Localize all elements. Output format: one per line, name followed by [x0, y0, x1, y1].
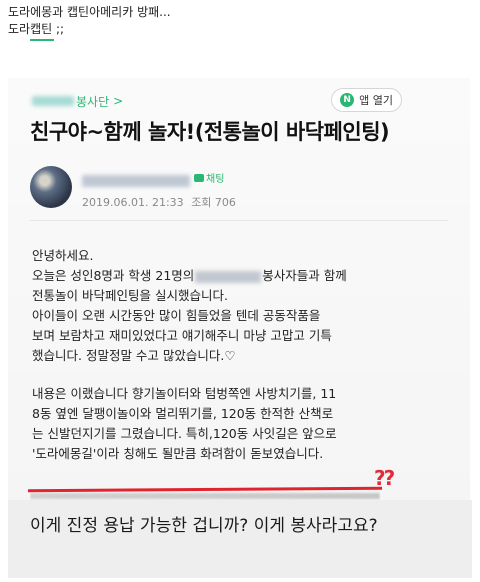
cut-off-text-row	[30, 490, 380, 500]
caption-line-2: 도라캡틴 ;;	[8, 22, 65, 41]
body-line: 내용은 이랬습니다 향기놀이터와 텀벙쪽엔 사방치기를, 11	[32, 386, 337, 401]
body-line: 오늘은 성인8명과 학생 21명의 봉사자들과 함께	[32, 266, 452, 286]
body-line: 아이들이 오랜 시간동안 많이 힘들었을 텐데 공동작품을	[32, 308, 321, 323]
body-line-highlighted: '도라에몽길'이라 칭해도 될만큼 화려함이 돋보였습니다.	[32, 446, 324, 461]
chevron-right-icon: >	[113, 94, 124, 108]
comment-text: 이게 진정 용납 가능한 겁니까? 이게 봉사라고요?	[30, 516, 378, 536]
body-line: 8동 옆엔 달팽이놀이와 멀리뛰기를, 120동 한적한 산책로	[32, 406, 334, 421]
avatar[interactable]	[30, 166, 72, 208]
blurred-group-name	[195, 270, 262, 283]
open-app-button[interactable]: N 앱 열기	[331, 88, 402, 112]
body-text-fragment: 봉사자들과 함께	[262, 268, 347, 283]
post-meta: 2019.06.01. 21:33 조회 706	[82, 194, 236, 210]
post-body: 안녕하세요. 오늘은 성인8명과 학생 21명의 봉사자들과 함께 전통놀이 바닥…	[32, 246, 452, 464]
naver-icon: N	[340, 93, 355, 107]
caption-line-1: 도라에몽과 캡틴아메리카 방패...	[8, 5, 171, 19]
chat-tag-label: 채팅	[206, 174, 225, 185]
post-screenshot: 봉사단 > N 앱 열기 친구야~함께 놀자!(전통놀이 바닥페인팅) 채팅 2…	[8, 78, 470, 500]
author-name[interactable]	[82, 172, 190, 191]
blurred-author-name	[82, 175, 190, 187]
comment-box: 이게 진정 용납 가능한 겁니까? 이게 봉사라고요?	[8, 500, 472, 578]
chat-bubble-icon	[194, 173, 204, 182]
body-line: 전통놀이 바닥페인팅을 실시했습니다.	[32, 288, 228, 303]
body-text-fragment: 오늘은 성인8명과 학생 21명의	[32, 268, 195, 283]
body-line: 는 신발던지기를 그렸습니다. 특히,120동 사잇길은 앞으로	[32, 426, 337, 441]
caption: 도라에몽과 캡틴아메리카 방패... 도라캡틴 ;;	[8, 4, 171, 41]
cafe-link[interactable]: 봉사단 >	[32, 92, 123, 110]
chat-tag[interactable]: 채팅	[194, 170, 224, 185]
post-title: 친구야~함께 놀자!(전통놀이 바닥페인팅)	[30, 120, 390, 144]
cafe-name: 봉사단	[76, 94, 110, 109]
body-line: 했습니다. 정말정말 수고 많았습니다.♡	[32, 348, 236, 363]
blurred-cafe-prefix	[32, 96, 74, 106]
view-count: 조회 706	[191, 196, 236, 209]
divider	[30, 220, 448, 221]
author-info: 채팅 2019.06.01. 21:33 조회 706	[30, 166, 450, 214]
post-date: 2019.06.01. 21:33	[82, 196, 184, 209]
body-line: 보며 보람차고 재미있었다고 얘기해주니 마냥 고맙고 기특	[32, 328, 332, 343]
body-line: 안녕하세요.	[32, 248, 94, 263]
open-app-label: 앱 열기	[359, 94, 393, 107]
